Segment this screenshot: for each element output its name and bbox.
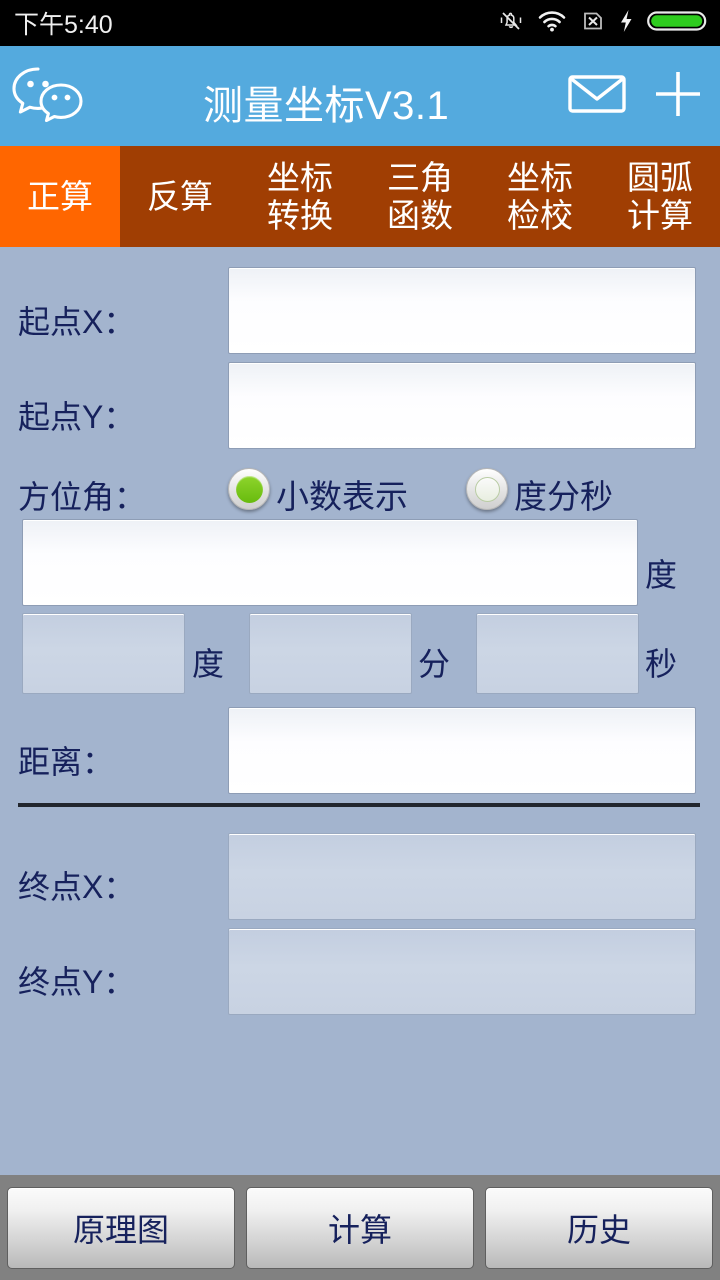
second-input[interactable] [476, 613, 639, 694]
radio-dot [235, 475, 263, 503]
calculate-button[interactable]: 计算 [246, 1186, 474, 1269]
end-x-label: 终点X： [18, 869, 136, 905]
tab-arc-calc[interactable]: 圆弧 计算 [600, 146, 720, 247]
form-area: 起点X： 起点Y： 方位角： 小数表示 度分秒 度 度 分 秒 距离： 终点X：… [0, 247, 720, 1175]
tab-coord-convert[interactable]: 坐标 转换 [240, 146, 360, 247]
tab-forward-calc[interactable]: 正算 [0, 146, 120, 247]
distance-label: 距离： [18, 744, 115, 780]
degree-unit: 度 [192, 646, 225, 682]
section-divider [18, 803, 700, 807]
radio-decimal-label: 小数表示 [276, 478, 408, 515]
app-title-bar: 测量坐标V3.1 [0, 46, 720, 146]
start-x-input[interactable] [228, 267, 696, 354]
second-unit: 秒 [645, 646, 678, 682]
decimal-degree-unit: 度 [645, 557, 678, 593]
status-bar: 下午5:40 [0, 0, 720, 46]
battery-icon [647, 8, 707, 39]
minute-unit: 分 [418, 646, 451, 682]
no-sim-icon [580, 8, 606, 39]
tab-bar: 正算 反算 坐标 转换 三角 函数 坐标 检校 圆弧 计算 [0, 146, 720, 247]
tab-label-line2: 检校 [507, 196, 573, 234]
radio-dms-mode[interactable] [466, 468, 508, 510]
end-y-output [228, 928, 696, 1015]
end-y-label: 终点Y： [18, 964, 136, 1000]
app-root: 下午5:40 测量坐标V3.1 正算 反算 坐标 转换 三角 函数 坐标 检校 … [0, 0, 720, 1280]
tab-label-line2: 函数 [387, 196, 453, 234]
tab-label-line2: 转换 [267, 196, 333, 234]
plus-icon[interactable] [652, 68, 704, 125]
status-icon-tray [498, 8, 707, 39]
radio-decimal-mode[interactable] [228, 468, 270, 510]
tab-label-line1: 坐标 [267, 158, 333, 196]
tab-trig-functions[interactable]: 三角 函数 [360, 146, 480, 247]
tab-coord-check[interactable]: 坐标 检校 [480, 146, 600, 247]
start-y-input[interactable] [228, 362, 696, 449]
radio-dot [474, 476, 500, 502]
status-clock: 下午5:40 [14, 11, 113, 39]
wifi-icon [537, 9, 567, 38]
page-title: 测量坐标V3.1 [203, 84, 450, 128]
tab-label-line2: 计算 [627, 196, 693, 234]
wechat-logo[interactable] [8, 61, 92, 131]
silent-mode-icon [498, 8, 524, 39]
tab-inverse-calc[interactable]: 反算 [120, 146, 240, 247]
tab-label-line1: 反算 [147, 177, 213, 215]
title-bar-actions [568, 68, 704, 125]
decimal-degree-input[interactable] [22, 519, 638, 606]
tab-label-line1: 坐标 [507, 158, 573, 196]
start-x-label: 起点X： [18, 304, 136, 340]
degree-input[interactable] [22, 613, 185, 694]
charging-bolt-icon [619, 8, 634, 39]
start-y-label: 起点Y： [18, 399, 136, 435]
end-x-output [228, 833, 696, 920]
diagram-button[interactable]: 原理图 [7, 1186, 235, 1269]
bottom-action-bar: 原理图 计算 历史 [0, 1175, 720, 1280]
radio-dms-label: 度分秒 [514, 478, 613, 515]
history-button[interactable]: 历史 [485, 1186, 713, 1269]
minute-input[interactable] [249, 613, 412, 694]
tab-label-line1: 三角 [387, 158, 453, 196]
distance-input[interactable] [228, 707, 696, 794]
tab-label-line1: 圆弧 [627, 158, 693, 196]
mail-icon[interactable] [568, 72, 626, 121]
azimuth-label: 方位角： [18, 479, 147, 515]
tab-label-line1: 正算 [27, 177, 93, 215]
